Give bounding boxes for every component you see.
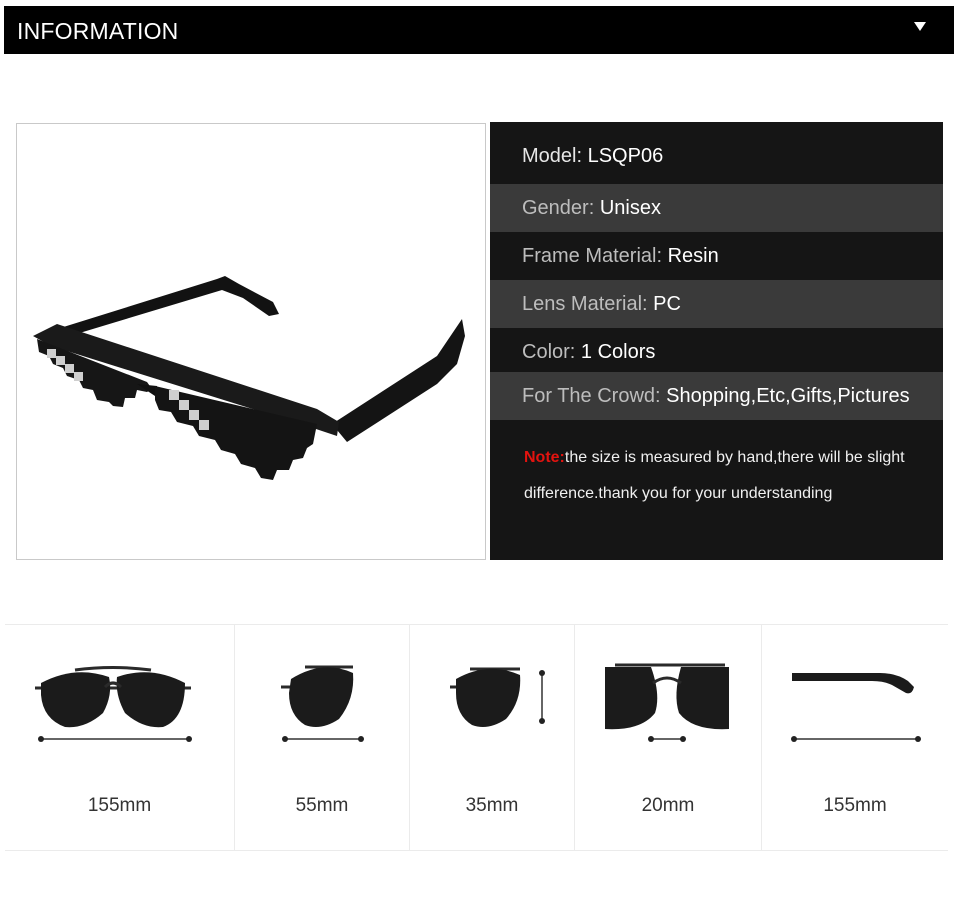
spec-value: Shopping,Etc,Gifts,Pictures	[666, 385, 910, 407]
spec-row-gender: Gender: Unisex	[490, 184, 943, 232]
dimension-lens-height: 35mm	[410, 625, 575, 850]
spec-value: LSQP06	[587, 145, 664, 167]
spec-label: Lens Material:	[522, 293, 654, 315]
dimension-lens-width: 55mm	[235, 625, 410, 850]
lens-height-icon	[450, 667, 545, 727]
lens-width-icon	[281, 665, 364, 742]
spec-value: PC	[653, 293, 681, 315]
information-header[interactable]: INFORMATION	[4, 6, 954, 54]
section-title: INFORMATION	[17, 18, 179, 44]
spec-value: Unisex	[599, 197, 661, 219]
dimension-bridge-width: 20mm	[575, 625, 762, 850]
pixel-sunglasses-image	[33, 276, 465, 480]
spec-row-lens-material: Lens Material: PC	[490, 280, 943, 328]
dimension-value: 155mm	[87, 795, 152, 816]
triangle-down-icon[interactable]	[914, 22, 926, 31]
temple-length-icon	[791, 673, 921, 742]
product-image	[16, 123, 486, 560]
note-label: Note:	[524, 449, 565, 466]
spec-label: Model:	[522, 145, 588, 167]
dimension-value: 55mm	[295, 795, 349, 816]
spec-row-color: Color: 1 Colors	[490, 328, 943, 376]
dimension-value: 155mm	[823, 795, 887, 816]
dimension-temple-length: 155mm	[762, 625, 948, 850]
dimension-value: 20mm	[641, 795, 695, 816]
spec-row-model: Model: LSQP06	[490, 132, 943, 180]
size-note: Note:the size is measured by hand,there …	[524, 440, 924, 512]
spec-label: Gender:	[522, 197, 600, 219]
note-text: the size is measured by hand,there will …	[524, 449, 905, 502]
spec-row-frame-material: Frame Material: Resin	[490, 232, 943, 280]
spec-value: Resin	[667, 245, 719, 267]
spec-value: 1 Colors	[580, 341, 656, 363]
dimensions-strip: 155mm 55mm 35mm 20mm 155mm	[5, 624, 948, 851]
spec-row-crowd: For The Crowd: Shopping,Etc,Gifts,Pictur…	[490, 372, 943, 420]
dimension-value: 35mm	[465, 795, 519, 816]
bridge-width-icon	[605, 663, 729, 742]
spec-label: For The Crowd:	[522, 385, 667, 407]
spec-label: Color:	[522, 341, 581, 363]
dimension-total-width: 155mm	[5, 625, 235, 850]
spec-panel: Model: LSQP06 Gender: Unisex Frame Mater…	[490, 122, 943, 560]
spec-label: Frame Material:	[522, 245, 668, 267]
glasses-total-width-icon	[35, 666, 192, 742]
